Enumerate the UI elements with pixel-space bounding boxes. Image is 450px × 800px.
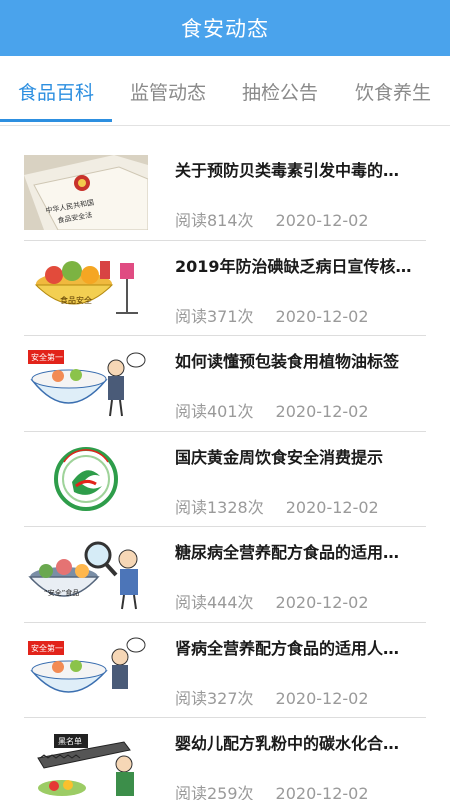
app-bar: 食安动态 <box>0 0 450 56</box>
publish-date: 2020-12-02 <box>275 593 369 612</box>
list-item[interactable]: 安全第一 如何读懂预包装食用植物油标签 阅读401次 2020-12-02 <box>24 336 426 432</box>
svg-text:黑名单: 黑名单 <box>58 736 82 746</box>
svg-text:安全第一: 安全第一 <box>31 643 63 653</box>
article-meta: 阅读327次 2020-12-02 <box>175 685 369 709</box>
svg-text:“安全”食品: “安全”食品 <box>44 588 79 597</box>
publish-date: 2020-12-02 <box>275 784 369 800</box>
svg-text:安全第一: 安全第一 <box>31 352 63 362</box>
article-title[interactable]: 婴幼儿配方乳粉中的碳水化合… <box>175 730 425 754</box>
article-meta: 阅读401次 2020-12-02 <box>175 398 369 422</box>
article-meta: 阅读259次 2020-12-02 <box>175 780 369 800</box>
article-meta: 阅读1328次 2020-12-02 <box>175 494 379 518</box>
publish-date: 2020-12-02 <box>275 211 369 230</box>
page-title: 食安动态 <box>181 17 269 41</box>
article-title[interactable]: 肾病全营养配方食品的适用人… <box>175 635 425 659</box>
article-list[interactable]: 中华人民共和国 食品安全法 关于预防贝类毒素引发中毒的… 阅读814次 2020-… <box>0 145 450 800</box>
safety-first-cartoon-image: 安全第一 <box>24 346 148 421</box>
article-title[interactable]: 关于预防贝类毒素引发中毒的… <box>175 157 425 181</box>
article-meta: 阅读814次 2020-12-02 <box>175 207 369 231</box>
article-title[interactable]: 糖尿病全营养配方食品的适用… <box>175 539 425 563</box>
read-count: 阅读259次 <box>175 784 254 800</box>
tab-inspection-notices[interactable]: 抽检公告 <box>224 56 336 126</box>
read-count: 阅读371次 <box>175 306 254 326</box>
article-meta: 阅读444次 2020-12-02 <box>175 589 369 613</box>
safety-first-cartoon-image: 安全第一 <box>24 632 148 708</box>
list-item[interactable]: 安全第一 肾病全营养配方食品的适用人… 阅读327次 2020-12-02 <box>24 623 426 718</box>
food-security-logo-image <box>24 441 148 517</box>
tab-food-encyclopedia[interactable]: 食品百科 <box>0 56 112 126</box>
tab-diet-health[interactable]: 饮食养生 <box>336 56 450 126</box>
read-count: 阅读401次 <box>175 402 254 421</box>
publish-date: 2020-12-02 <box>275 306 369 326</box>
publish-date: 2020-12-02 <box>285 497 379 517</box>
read-count: 阅读444次 <box>175 593 254 612</box>
list-item[interactable]: 国庆黄金周饮食安全消费提示 阅读1328次 2020-12-02 <box>24 432 426 527</box>
article-title[interactable]: 2019年防治碘缺乏病日宣传核… <box>175 253 425 277</box>
read-count: 阅读1328次 <box>175 497 264 517</box>
food-safety-bowl-image: 食品安全 <box>24 250 148 326</box>
publish-date: 2020-12-02 <box>275 402 369 421</box>
publish-date: 2020-12-02 <box>275 688 369 708</box>
food-safety-law-book-image: 中华人民共和国 食品安全法 <box>24 155 148 230</box>
list-item[interactable]: 黑名单 婴幼儿配方乳粉中的碳水化合… 阅读259次 2020-12-02 <box>24 718 426 800</box>
article-meta: 阅读371次 2020-12-02 <box>175 303 369 327</box>
list-item[interactable]: “安全”食品 糖尿病全营养配方食品的适用… 阅读444次 2020-12-02 <box>24 527 426 623</box>
article-title[interactable]: 如何读懂预包装食用植物油标签 <box>175 348 425 372</box>
magnifier-inspection-cartoon-image: “安全”食品 <box>24 537 148 612</box>
svg-text:食品安全: 食品安全 <box>60 295 92 305</box>
blacklist-chainsaw-cartoon-image: 黑名单 <box>24 728 148 800</box>
list-item[interactable]: 中华人民共和国 食品安全法 关于预防贝类毒素引发中毒的… 阅读814次 2020-… <box>24 145 426 241</box>
article-title[interactable]: 国庆黄金周饮食安全消费提示 <box>175 444 425 468</box>
tab-regulation-news[interactable]: 监管动态 <box>112 56 224 126</box>
read-count: 阅读327次 <box>175 688 254 708</box>
active-tab-indicator <box>0 119 112 122</box>
category-tabs: 食品百科 监管动态 抽检公告 饮食养生 <box>0 56 450 126</box>
list-item[interactable]: 食品安全 2019年防治碘缺乏病日宣传核… 阅读371次 2020-12-02 <box>24 241 426 336</box>
read-count: 阅读814次 <box>175 211 254 230</box>
